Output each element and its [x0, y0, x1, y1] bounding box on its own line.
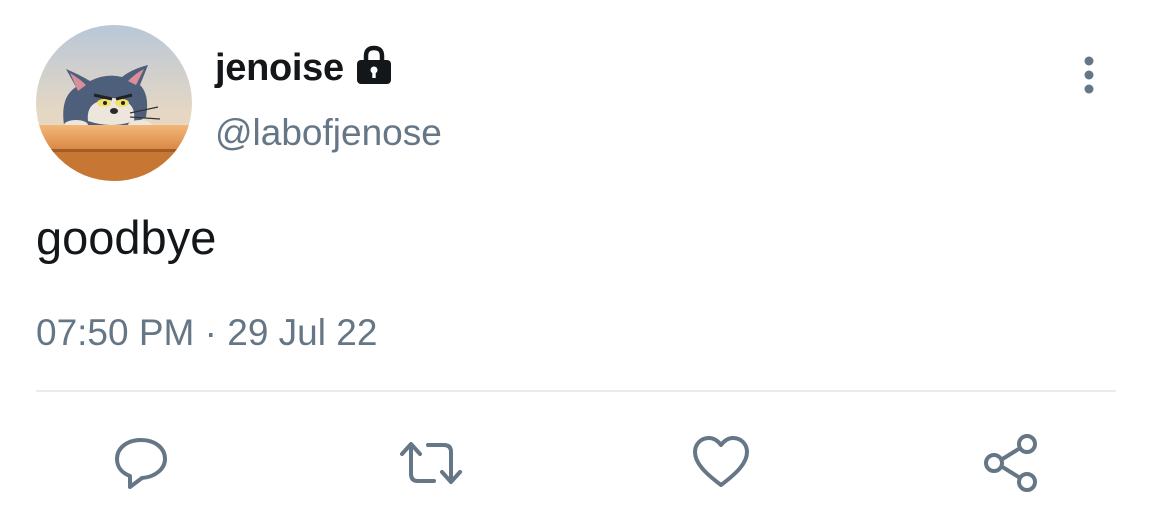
retweet-button[interactable] [396, 428, 466, 498]
divider [36, 390, 1116, 392]
user-handle[interactable]: @labofjenose [215, 110, 442, 156]
share-button[interactable] [976, 428, 1046, 498]
author-name-row: jenoise [215, 42, 395, 94]
display-name[interactable]: jenoise [215, 42, 344, 94]
more-options-button[interactable] [1072, 52, 1106, 98]
avatar[interactable] [36, 25, 192, 181]
tweet-timestamp[interactable]: 07:50 PM · 29 Jul 22 [36, 310, 377, 356]
tweet-text: goodbye [36, 211, 217, 264]
like-button[interactable] [686, 428, 756, 498]
vertical-ellipsis-icon [1084, 56, 1094, 94]
avatar-image [36, 25, 192, 181]
reply-button[interactable] [106, 428, 176, 498]
speech-bubble-icon [115, 438, 167, 489]
share-nodes-icon [984, 434, 1037, 492]
lock-icon [353, 44, 395, 86]
heart-icon [693, 436, 749, 487]
retweet-arrows-icon [400, 442, 462, 484]
